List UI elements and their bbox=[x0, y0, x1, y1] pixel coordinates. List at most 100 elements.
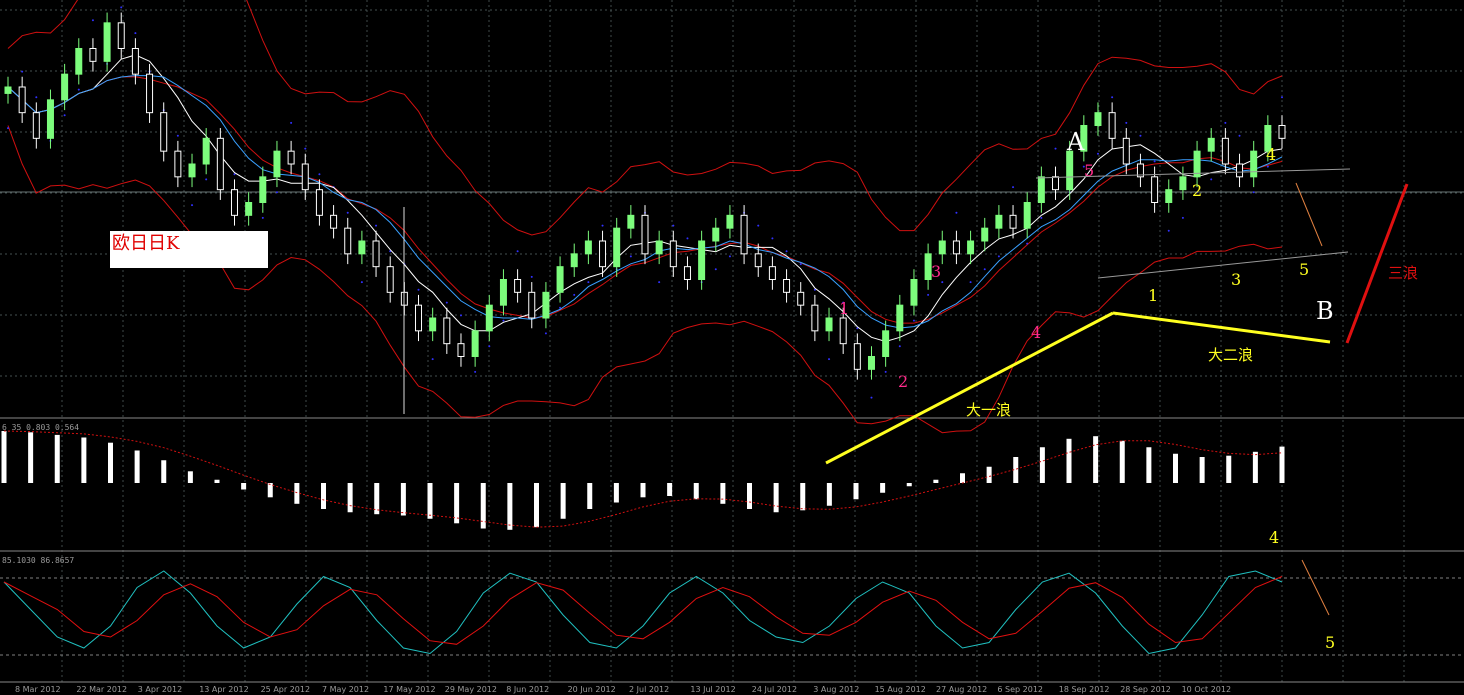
x-tick-label: 29 May 2012 bbox=[445, 685, 497, 694]
macd-bar bbox=[933, 479, 939, 483]
x-tick-label: 20 Jun 2012 bbox=[568, 685, 616, 694]
candle-body bbox=[655, 240, 663, 255]
stoch-count-5: 5 bbox=[1325, 633, 1335, 652]
x-tick-label: 15 Aug 2012 bbox=[875, 685, 926, 694]
price-chart: A B 三浪大一浪 大二浪 1 2 3 4 5 1 2 3 4 5 4 5 8 Mar 2012 22 Mar … bbox=[0, 0, 1464, 694]
candle-body bbox=[1207, 137, 1215, 152]
sar-dot bbox=[191, 204, 194, 207]
sar-dot bbox=[1125, 121, 1128, 124]
candle-body bbox=[1052, 176, 1060, 191]
candle-body bbox=[117, 22, 125, 49]
candle-body bbox=[89, 48, 97, 62]
sar-dot bbox=[304, 147, 307, 150]
sar-dot bbox=[459, 314, 462, 317]
sar-dot bbox=[261, 216, 264, 219]
macd-bar bbox=[853, 483, 859, 500]
candle-body bbox=[882, 330, 890, 358]
sar-dot bbox=[757, 224, 760, 227]
sar-dot bbox=[474, 370, 477, 373]
candle-body bbox=[1250, 150, 1258, 178]
candle-body bbox=[528, 291, 536, 319]
candle-body bbox=[131, 48, 139, 75]
sar-dot bbox=[1266, 165, 1269, 168]
candle-body bbox=[811, 304, 819, 332]
sar-dot bbox=[176, 134, 179, 137]
x-tick-label: 3 Apr 2012 bbox=[138, 685, 182, 694]
candle-body bbox=[429, 317, 437, 332]
macd-histogram bbox=[1, 430, 1285, 530]
candle-body bbox=[499, 279, 507, 306]
macd-bar bbox=[1119, 440, 1125, 483]
sar-dot bbox=[544, 332, 547, 335]
sar-dot bbox=[1040, 216, 1043, 219]
x-tick-label: 22 Mar 2012 bbox=[76, 685, 127, 694]
macd-bar bbox=[1252, 451, 1258, 483]
sar-dot bbox=[955, 211, 958, 214]
bollinger-upper bbox=[7, 0, 1283, 236]
sar-dot bbox=[1153, 160, 1156, 163]
sar-dot bbox=[587, 281, 590, 284]
candle-body bbox=[570, 253, 578, 268]
sar-dot bbox=[728, 255, 731, 258]
candle-body bbox=[669, 240, 677, 268]
sar-dot bbox=[488, 345, 491, 348]
stoch-header: 85.1030 86.8657 bbox=[2, 556, 75, 565]
macd-bar bbox=[427, 483, 433, 519]
macd-bar bbox=[294, 483, 300, 504]
sar-dot bbox=[1139, 134, 1142, 137]
macd-bar bbox=[241, 483, 247, 490]
candle-body bbox=[952, 240, 960, 255]
sar-dot bbox=[63, 114, 66, 117]
candle-body bbox=[1108, 112, 1116, 139]
sar-dot bbox=[35, 96, 38, 99]
sar-dot bbox=[360, 281, 363, 284]
macd-bar bbox=[54, 434, 60, 483]
macd-bar bbox=[986, 466, 992, 483]
sar-dot bbox=[573, 293, 576, 296]
yellow-count-2: 2 bbox=[1192, 181, 1202, 200]
candle-body bbox=[683, 266, 691, 280]
sar-dot bbox=[346, 211, 349, 214]
candle-body bbox=[1151, 176, 1159, 203]
sar-dot bbox=[658, 281, 661, 284]
sar-dot bbox=[1252, 191, 1255, 194]
sar-dot bbox=[601, 224, 604, 227]
sar-dot bbox=[672, 224, 675, 227]
candle-body bbox=[1094, 112, 1102, 126]
candle-body bbox=[358, 240, 366, 255]
sar-dot bbox=[1096, 152, 1099, 155]
sar-dot bbox=[516, 250, 519, 253]
macd-bar bbox=[800, 483, 806, 511]
candle-body bbox=[825, 317, 833, 332]
sar-dot bbox=[1181, 216, 1184, 219]
sar-dot bbox=[941, 281, 944, 284]
candle-body bbox=[839, 317, 847, 345]
macd-bar bbox=[1093, 436, 1099, 483]
pink-count-1: 1 bbox=[839, 299, 849, 318]
candle-body bbox=[783, 279, 791, 293]
candle-body bbox=[1221, 137, 1229, 165]
candle-body bbox=[698, 240, 706, 280]
sar-dot bbox=[912, 319, 915, 322]
macd-bar bbox=[1226, 455, 1232, 483]
sar-dot bbox=[417, 288, 420, 291]
sar-dot bbox=[1111, 96, 1114, 99]
sar-dot bbox=[969, 281, 972, 284]
sar-dot bbox=[21, 70, 24, 73]
candle-body bbox=[896, 304, 904, 332]
macd-bar bbox=[28, 432, 34, 483]
macd-bar bbox=[1066, 438, 1072, 483]
sar-dot bbox=[7, 127, 9, 130]
candle-body bbox=[726, 214, 734, 229]
moving-averages bbox=[7, 54, 1283, 343]
candle-body bbox=[514, 279, 522, 293]
macd-bar bbox=[507, 483, 513, 530]
candle-body bbox=[1023, 202, 1031, 229]
x-tick-label: 17 May 2012 bbox=[383, 685, 435, 694]
macd-bar bbox=[214, 479, 220, 483]
sar-dot bbox=[1054, 147, 1057, 150]
candle-body bbox=[485, 304, 493, 332]
candle-body bbox=[938, 240, 946, 255]
candle-body bbox=[330, 214, 338, 229]
candle-body bbox=[995, 214, 1003, 229]
